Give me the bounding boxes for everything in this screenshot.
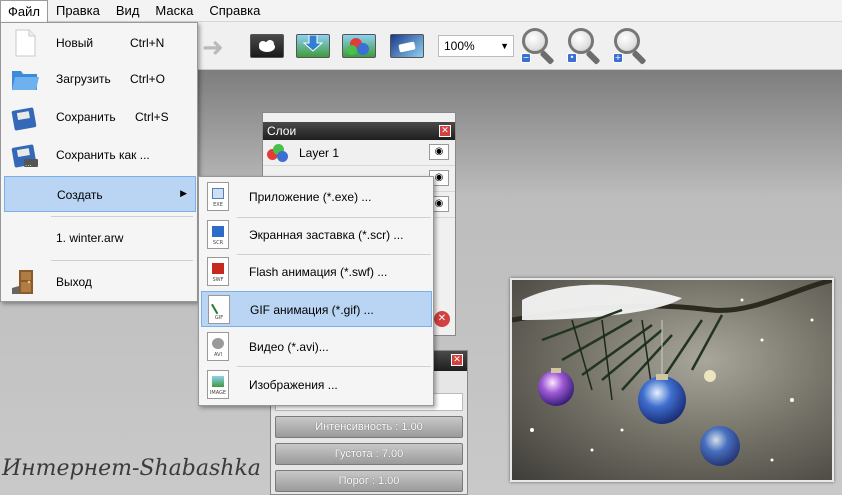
menu-bar: Файл Правка Вид Маска Справка [0,0,842,22]
submenu-item-label: Изображения ... [249,378,338,392]
menu-file[interactable]: Файл [0,0,48,22]
layers-panel-titlebar[interactable]: Слои ✕ [263,122,455,140]
menu-item-shortcut: Ctrl+N [130,36,165,50]
magnifier-handle [539,50,555,65]
menu-item-shortcut: Ctrl+S [135,110,169,124]
submenu-item-gif[interactable]: GIF GIF анимация (*.gif) ... [201,291,432,327]
settings-image-button[interactable] [338,28,380,64]
chevron-down-icon: ▼ [500,41,509,51]
export-image-button[interactable] [386,28,428,64]
cloud-snow-icon [250,34,284,58]
intensity-slider[interactable]: Интенсивность : 1.00 [275,416,463,438]
menu-item-shortcut: Ctrl+O [130,72,166,86]
exit-door-icon [10,268,40,296]
create-submenu: EXE Приложение (*.exe) ... SCR Экранная … [198,176,434,406]
svg-text:...: ... [25,160,32,168]
submenu-item-label: GIF анимация (*.gif) ... [250,303,374,317]
layer-balls-icon [267,143,289,162]
submenu-item-scr[interactable]: SCR Экранная заставка (*.scr) ... [201,217,432,253]
menu-item-label: Новый [56,36,94,50]
save-as-floppy-icon: ... [10,141,40,169]
snow-effect-button[interactable] [246,28,288,64]
redo-arrow-icon[interactable]: ➜ [202,33,224,63]
image-preview [510,278,834,482]
threshold-slider[interactable]: Порог : 1.00 [275,470,463,492]
menu-item-label: Сохранить как ... [56,148,150,162]
device-export-icon [390,34,424,58]
menu-view[interactable]: Вид [108,0,148,22]
image-file-icon: IMAGE [207,370,229,399]
submenu-item-images[interactable]: IMAGE Изображения ... [201,367,432,403]
download-landscape-icon [296,34,330,58]
layer-row[interactable]: Layer 1 ◉ [263,140,455,166]
gif-file-icon: GIF [208,295,230,324]
zoom-in-button[interactable]: + [611,26,651,66]
menu-item-save-as[interactable]: ... Сохранить как ... [4,137,196,173]
menu-item-label: 1. winter.arw [56,231,124,245]
submenu-item-exe[interactable]: EXE Приложение (*.exe) ... [201,179,432,215]
menu-item-new[interactable]: Новый Ctrl+N [4,25,196,61]
menu-item-recent-file[interactable]: 1. winter.arw [4,220,196,256]
avi-file-icon: AVI [207,332,229,361]
submenu-item-label: Flash анимация (*.swf) ... [249,265,388,279]
menu-item-label: Загрузить [56,72,111,86]
zoom-fit-button[interactable]: • [565,26,605,66]
close-icon[interactable]: ✕ [439,125,451,137]
submenu-item-label: Приложение (*.exe) ... [249,190,372,204]
menu-item-create[interactable]: Создать ▶ [4,176,196,212]
zoom-dropdown[interactable]: 100% ▼ [438,35,514,57]
menu-help[interactable]: Справка [201,0,268,22]
open-folder-icon [10,65,40,93]
submenu-item-avi[interactable]: AVI Видео (*.avi)... [201,329,432,365]
menu-mask[interactable]: Маска [147,0,201,22]
swf-file-icon: SWF [207,257,229,286]
menu-item-label: Выход [56,275,92,289]
close-icon[interactable]: ✕ [451,354,463,366]
fit-icon: • [567,53,577,63]
menu-item-label: Создать [57,188,103,202]
exe-file-icon: EXE [207,182,229,211]
magnifier-handle [585,50,601,65]
menu-separator [51,216,193,217]
winter-ornaments-image [512,280,832,466]
watermark-text: Интернет-Shabashka [2,456,261,481]
submenu-item-label: Экранная заставка (*.scr) ... [249,228,404,242]
submenu-arrow-icon: ▶ [180,188,187,198]
menu-item-save[interactable]: Сохранить Ctrl+S [4,99,196,135]
minus-icon: − [521,53,531,63]
magnifier-handle [631,50,647,65]
eye-icon[interactable]: ◉ [429,144,449,160]
new-document-icon [10,29,40,57]
file-menu: Новый Ctrl+N Загрузить Ctrl+O Сохранить … [0,22,198,302]
zoom-out-button[interactable]: − [519,26,559,66]
layers-balls-icon [342,34,376,58]
save-floppy-icon [10,103,40,131]
layers-panel-title: Слои [267,124,297,138]
delete-layer-icon[interactable]: ✕ [434,311,450,327]
zoom-value: 100% [444,39,475,53]
download-image-button[interactable] [292,28,334,64]
menu-item-exit[interactable]: Выход [4,264,196,300]
plus-icon: + [613,53,623,63]
submenu-item-label: Видео (*.avi)... [249,340,329,354]
submenu-item-swf[interactable]: SWF Flash анимация (*.swf) ... [201,254,432,290]
menu-item-open[interactable]: Загрузить Ctrl+O [4,61,196,97]
scr-file-icon: SCR [207,220,229,249]
layer-name: Layer 1 [299,145,340,160]
density-slider[interactable]: Густота : 7.00 [275,443,463,465]
menu-item-label: Сохранить [56,110,116,124]
menu-separator [51,260,193,261]
menu-edit[interactable]: Правка [48,0,108,22]
